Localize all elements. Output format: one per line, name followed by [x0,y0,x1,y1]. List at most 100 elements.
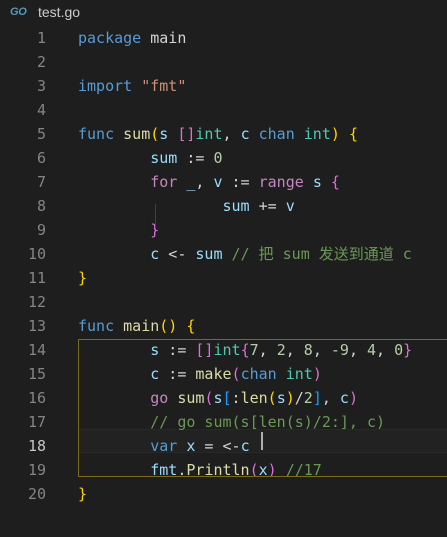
code-token: main [141,29,187,47]
code-token: { [186,317,196,335]
code-text: } [78,266,87,290]
code-token: chan [258,125,295,143]
code-line[interactable]: 11} [0,266,447,290]
code-line[interactable]: 3 import "fmt" [0,74,447,98]
code-line[interactable]: 8 sum += v [0,194,447,218]
code-token: <- [159,245,196,263]
code-token: int [303,125,331,143]
code-token: c [150,245,160,263]
go-file-icon: GO [10,6,27,18]
line-number: 10 [27,245,46,263]
tab-title[interactable]: test.go [38,4,80,20]
code-text: import "fmt" [78,74,186,98]
code-token: "fmt" [141,77,187,95]
line-number: 4 [36,101,46,119]
line-number: 5 [36,125,46,143]
line-number: 6 [36,149,46,167]
code-token: [] [177,125,196,143]
code-text: func sum(s []int, c chan int) { [78,122,358,146]
bracket-scope-outline [78,339,447,477]
code-token: ) [330,125,340,143]
line-number: 2 [36,53,46,71]
line-number: 20 [27,485,46,503]
code-token: int [195,125,223,143]
line-number: 17 [27,413,46,431]
code-text: func main() { [78,314,195,338]
code-token: v [213,173,223,191]
code-token: c [240,125,250,143]
code-token: { [330,173,340,191]
code-token: += [249,197,286,215]
code-token: } [78,485,88,503]
code-token: { [348,125,358,143]
code-token: s [312,173,322,191]
line-number: 14 [27,341,46,359]
code-token: sum [222,197,250,215]
line-number: 13 [27,317,46,335]
line-number: 3 [36,77,46,95]
code-token: main [123,317,160,335]
code-text: c <- sum // 把 sum 发送到通道 c [78,242,412,266]
code-line[interactable]: 10 c <- sum // 把 sum 发送到通道 c [0,242,447,266]
code-token: , [222,125,241,143]
line-number: 11 [27,269,46,287]
code-token: s [159,125,169,143]
code-token: ( [150,125,160,143]
code-text: for _, v := range s { [78,170,340,194]
code-line[interactable]: 7 for _, v := range s { [0,170,447,194]
line-number: 16 [27,389,46,407]
code-token: , [195,173,214,191]
code-line[interactable]: 20} [0,482,447,506]
code-line[interactable]: 13 func main() { [0,314,447,338]
code-token: 0 [213,149,223,167]
code-token: v [285,197,295,215]
code-token: func [78,125,115,143]
code-line[interactable]: 12 [0,290,447,314]
code-editor[interactable]: 1 package main 2 3 import "fmt" 4 5 func sum(s … [0,26,447,537]
line-number: 8 [36,197,46,215]
code-text: package main [78,26,186,50]
line-number: 12 [27,293,46,311]
code-line[interactable]: 4 [0,98,447,122]
code-line[interactable]: 6 sum := 0 [0,146,447,170]
code-line[interactable]: 1 package main [0,26,447,50]
code-line[interactable]: 5 func sum(s []int, c chan int) { [0,122,447,146]
text-cursor [261,432,263,450]
code-token: } [78,269,88,287]
line-number: 19 [27,461,46,479]
line-number: 7 [36,173,46,191]
code-line[interactable]: 9 } [0,218,447,242]
code-token: sum [195,245,223,263]
code-token: import [78,77,133,95]
code-token: sum [123,125,151,143]
editor-tab[interactable]: GO test.go [0,0,447,26]
code-token: for [150,173,178,191]
code-line[interactable]: 2 [0,50,447,74]
code-text: sum := 0 [78,146,223,170]
code-text: } [78,482,87,506]
line-number: 9 [36,221,46,239]
line-number: 18 [27,437,46,455]
indent-guide [155,204,156,228]
line-number: 1 [36,29,46,47]
code-token: range [258,173,304,191]
code-token: func [78,317,115,335]
code-token: () [159,317,178,335]
code-text: } [78,218,159,242]
code-token: // 把 sum 发送到通道 c [231,245,412,263]
